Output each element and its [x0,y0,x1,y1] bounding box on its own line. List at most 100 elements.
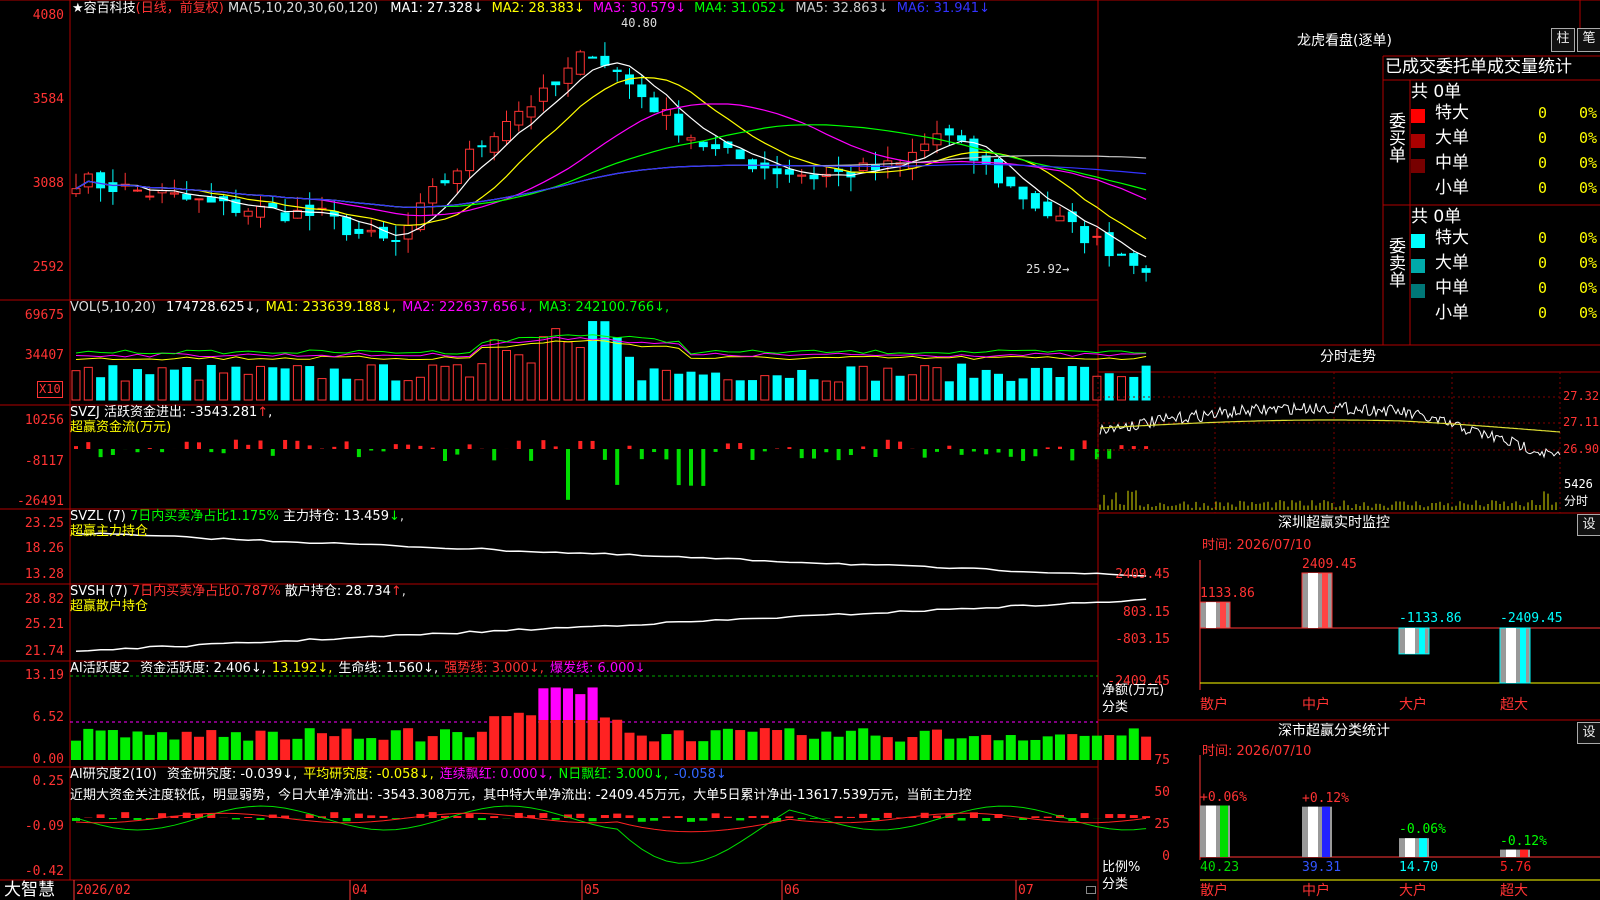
volume-bars [71,321,1151,401]
flow-bar [750,449,755,460]
class-category-0: 散户 [1200,883,1228,899]
buy-side-label: 委买单 [1385,112,1405,163]
column-view-button[interactable]: 柱 [1551,28,1575,52]
candle-body [1080,226,1090,244]
vol-value-3: MA3: 242100.766↓, [538,300,670,315]
research-bar [121,812,130,818]
ai-bar [304,728,315,760]
ai-value-2: 生命线: 1.560↓, [338,661,439,676]
flow-bar [110,449,115,455]
ai-bar-top [538,688,549,720]
class-bar-highlight [1308,806,1318,857]
sell-row-count: 0 [1537,279,1547,297]
volume-bar [883,367,893,401]
ai-bar [267,731,278,760]
research-tick-2: -0.42 [24,864,64,879]
sell-row-pct: 0% [1579,254,1598,272]
flow-bar [1058,446,1062,449]
monitor-bar-edge [1220,602,1226,628]
star-icon[interactable]: ★ [72,1,84,16]
monitor-settings-button[interactable]: 设 [1577,514,1600,536]
ai-bar [366,738,377,760]
candle-body [477,145,487,148]
flow-bar [209,449,214,453]
research-bar [699,818,708,821]
class-value-3: 5.76 [1500,860,1532,875]
ai-bar [722,728,733,760]
ai-value-1: 13.192↓, [271,661,333,676]
flow-bar [443,449,447,461]
monitor-bar-edge [1419,628,1425,654]
ai-bar [95,730,106,760]
flow-bar [701,449,706,486]
research-bar [133,818,142,820]
monitor-bar-edge [1322,573,1328,628]
ai-bar [612,719,623,760]
volume-bar [932,367,942,401]
flow-bar [184,441,189,449]
volume-bar [120,380,130,401]
research-bar [588,818,597,822]
candle-body [440,180,450,184]
volume-bar [280,368,290,401]
ai-header: AI活跃度2 资金活跃度: 2.406↓, 13.192↓, 生命线: 1.560↓… [70,661,646,676]
volume-bar [391,380,401,401]
high-price-label: 40.80 [621,16,658,30]
svzl-hold: 主力持仓: 13.459 [282,509,389,524]
monitor-time: 时间: 2026/07/10 [1202,538,1312,553]
volume-bar [760,375,770,401]
flow-bar [430,447,435,449]
ai-bar [1042,736,1053,760]
volume-bar [1080,366,1090,401]
svzj-header: SVZJ 活跃资金进出: -3543.281↑, [70,405,273,420]
flow-bar [1082,440,1087,449]
ai-bar [292,738,303,760]
ai-bar [378,739,389,760]
flow-bar [270,449,275,456]
monitor-category-1: 中户 [1302,697,1330,713]
candle-body [243,210,253,217]
money-flow-bars [74,439,1149,500]
flow-bar [1131,446,1136,449]
candle-body [735,149,745,160]
research-bar [760,815,769,818]
research-bar [662,816,671,818]
candle-body [465,148,475,172]
flow-bar [516,440,521,449]
ai-bar [845,730,856,760]
svzl-tick-2: 13.28 [24,567,64,582]
ai-bar [1005,735,1016,760]
research-series [72,805,1151,864]
research-line [75,812,1147,833]
stock-name[interactable]: 容百科技 [84,1,136,16]
svsh-tick-2: 21.74 [24,644,64,659]
research-bar [490,816,499,818]
buy-row-pct: 0% [1579,179,1598,197]
volume-bar [723,379,733,401]
ai-bar [489,716,500,760]
volume-bar [895,375,905,401]
research-bar [637,818,646,822]
volume-bar [686,371,696,401]
intraday-title: 分时走势 [1320,349,1376,365]
volume-bar [83,366,93,401]
ai-bar [71,740,81,760]
candle-body [600,55,610,66]
volume-bar [957,363,967,401]
vol-tick-0: 69675 [24,308,64,323]
class-category-3: 超大 [1500,883,1528,899]
tick-view-button[interactable]: 笔 [1577,28,1600,52]
svzj-tick-2: -26491 [17,494,64,509]
class-settings-button[interactable]: 设 [1577,722,1600,744]
flow-bar [283,439,288,449]
volume-bar [625,356,634,401]
ai-bar [710,730,721,760]
volume-bar [379,364,388,401]
vol-unit: X10 [37,381,63,398]
vol-value-2: MA2: 222637.656↓, [402,300,533,315]
flow-bar [406,444,411,449]
candle-body [256,205,265,218]
monitor-bar-highlight [1206,602,1216,628]
volume-bar [268,367,278,401]
ai-bar [1018,740,1029,760]
